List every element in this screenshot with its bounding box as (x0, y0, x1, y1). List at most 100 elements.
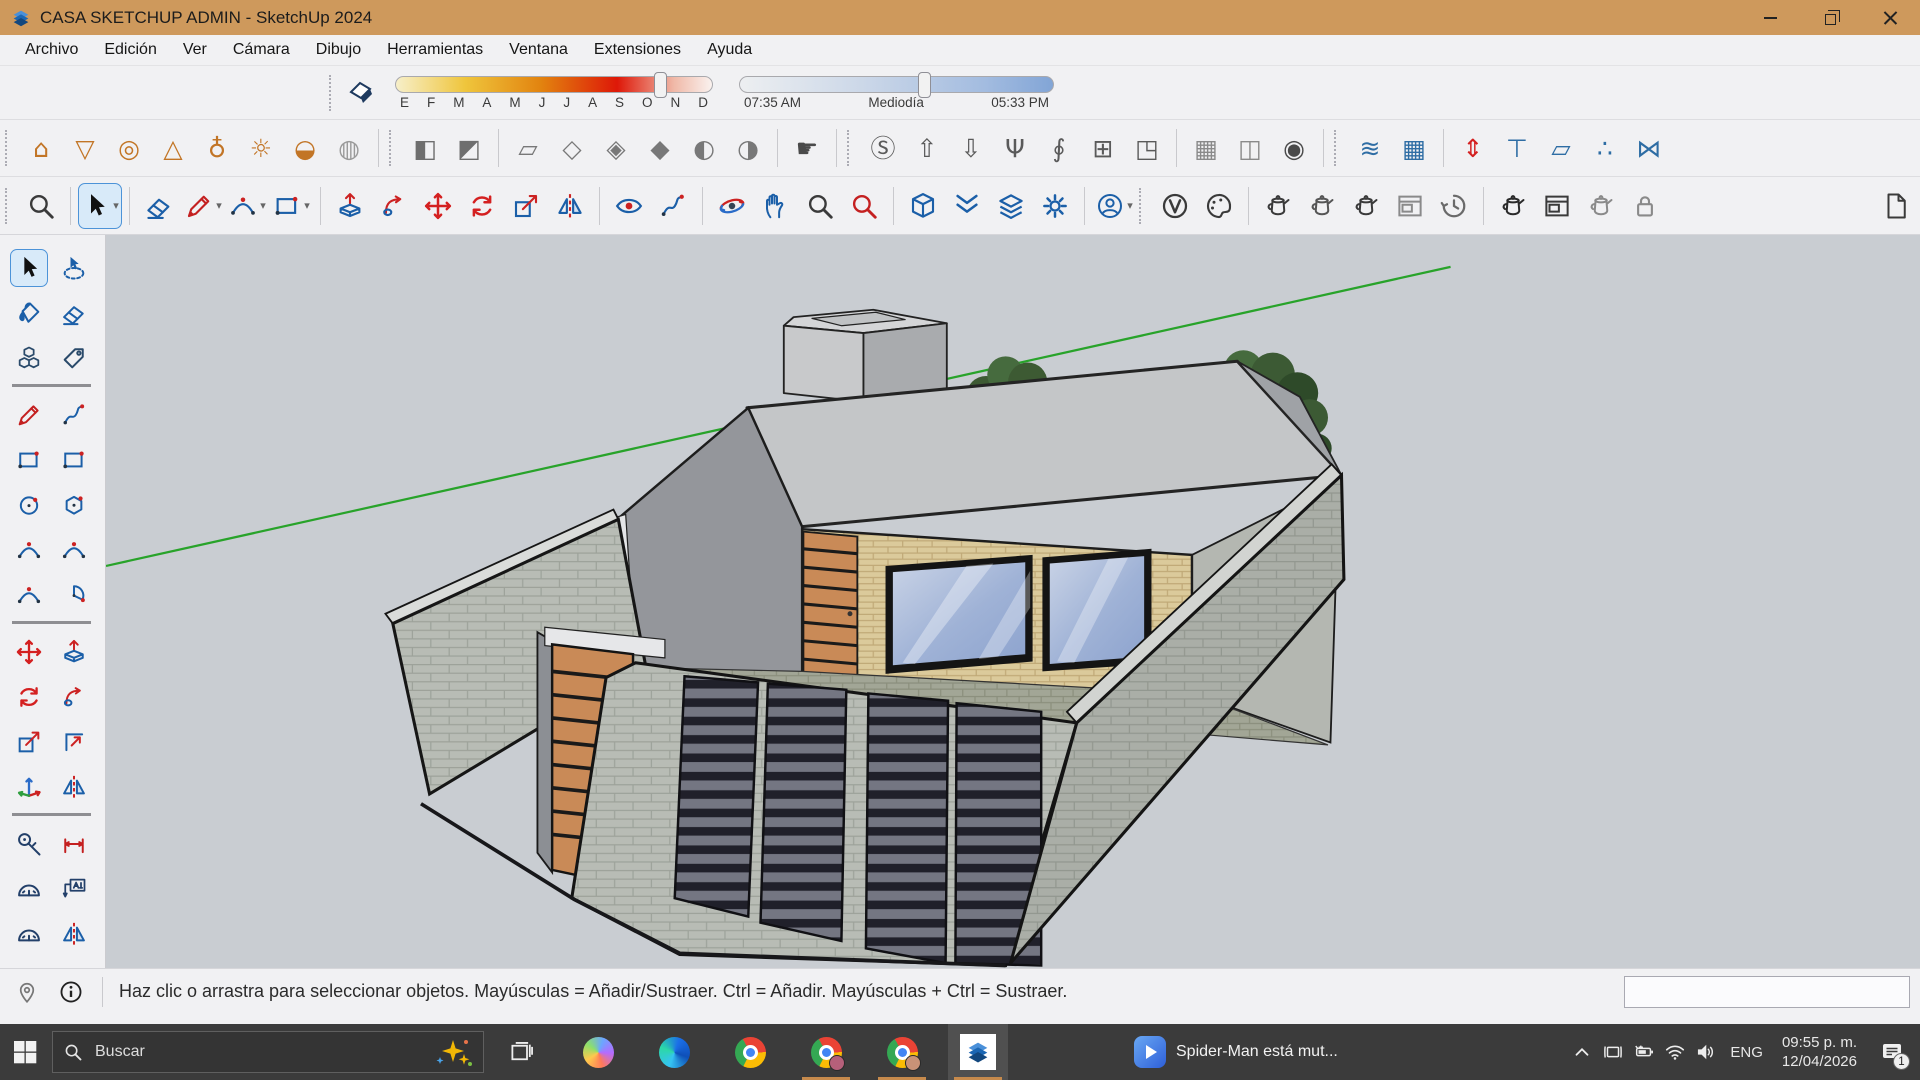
media-notification[interactable]: Spider-Man está mut... (1134, 1036, 1338, 1068)
follow-me-tool[interactable] (55, 678, 93, 716)
hidden-line-mode-icon[interactable]: ◈ (594, 125, 638, 171)
language-indicator[interactable]: ENG (1730, 1044, 1763, 1061)
pie-tool[interactable] (55, 576, 93, 614)
drape-icon[interactable]: ▱ (1539, 125, 1583, 171)
viewport[interactable] (106, 235, 1920, 968)
three-point-arc-tool[interactable] (10, 576, 48, 614)
menu-ver[interactable]: Ver (170, 38, 220, 62)
wireframe-mode-icon[interactable]: ◇ (550, 125, 594, 171)
text-tool[interactable] (55, 870, 93, 908)
xray-mode-icon[interactable]: ▱ (506, 125, 550, 171)
flip-edge-icon[interactable]: ⋈ (1627, 125, 1671, 171)
clip-tool-icon[interactable]: ∮ (1037, 125, 1081, 171)
vray-color-picker-icon[interactable] (1197, 183, 1241, 229)
offset-tool[interactable] (55, 723, 93, 761)
dome-light-icon[interactable]: ◒ (283, 125, 327, 171)
menu-edicion[interactable]: Edición (91, 38, 169, 62)
taskbar-clock[interactable]: 09:55 p. m. 12/04/2026 (1782, 1033, 1857, 1072)
toolbar-grip[interactable] (1139, 188, 1144, 224)
layout-grid-icon[interactable]: ▦ (1184, 125, 1228, 171)
rectangle-tool[interactable]: ▾ (269, 183, 313, 229)
textured-mode-icon[interactable]: ◐ (682, 125, 726, 171)
move-tool[interactable] (10, 633, 48, 671)
polygon-tool[interactable] (55, 486, 93, 524)
restore-button[interactable] (1800, 0, 1860, 35)
menu-extensiones[interactable]: Extensiones (581, 38, 694, 62)
component-eye-icon[interactable]: ◉ (1272, 125, 1316, 171)
menu-camara[interactable]: Cámara (220, 38, 303, 62)
toolbar-grip[interactable] (329, 75, 334, 111)
notification-center-button[interactable]: 1 (1872, 1024, 1912, 1080)
rotated-rectangle-tool[interactable] (55, 441, 93, 479)
shadow-month-slider[interactable] (395, 76, 713, 93)
vray-render-interactive-icon[interactable] (1300, 183, 1344, 229)
shaded-mode-icon[interactable]: ◆ (638, 125, 682, 171)
eraser-tool[interactable] (55, 294, 93, 332)
model-canvas[interactable] (106, 235, 1920, 968)
minimize-button[interactable] (1740, 0, 1800, 35)
taskbar-search[interactable] (52, 1031, 484, 1073)
select-tool-dropdown[interactable]: ▾ (113, 199, 119, 212)
swap-front-faces-icon[interactable]: ◧ (403, 125, 447, 171)
wifi-icon[interactable] (1664, 1041, 1686, 1063)
monochrome-mode-icon[interactable]: ◑ (726, 125, 770, 171)
lasso-select-tool[interactable] (55, 249, 93, 287)
angular-dimension-tool[interactable] (10, 915, 48, 953)
get-models-icon[interactable] (901, 183, 945, 229)
start-button[interactable] (0, 1024, 50, 1080)
rectangle-tool[interactable] (10, 441, 48, 479)
tag-tool[interactable] (55, 339, 93, 377)
vray-batch-render-icon[interactable] (1432, 183, 1476, 229)
vray-lock-camera-icon[interactable] (1623, 183, 1667, 229)
toolbar-grip[interactable] (5, 188, 10, 224)
month-slider-handle[interactable] (654, 72, 667, 98)
chrome-button[interactable] (720, 1024, 780, 1080)
vray-scene-icon[interactable] (1491, 183, 1535, 229)
scale-tool[interactable] (10, 723, 48, 761)
circle-tool[interactable] (10, 486, 48, 524)
ies-light-icon[interactable]: △ (151, 125, 195, 171)
light-house-icon[interactable]: ⌂ (19, 125, 63, 171)
screen-cast-icon[interactable] (1602, 1041, 1624, 1063)
protractor-tool[interactable] (10, 870, 48, 908)
select-object-icon[interactable]: ☛ (785, 125, 829, 171)
vray-render-cloud-icon[interactable] (1344, 183, 1388, 229)
menu-ayuda[interactable]: Ayuda (694, 38, 765, 62)
section-plane-tool[interactable] (55, 915, 93, 953)
eraser-tool[interactable] (137, 183, 181, 229)
scale-tool[interactable] (504, 183, 548, 229)
orbit-tool[interactable] (710, 183, 754, 229)
chrome-profile-2-button[interactable] (872, 1024, 932, 1080)
sphere-widget-icon[interactable]: ◍ (327, 125, 371, 171)
fur-tool-icon[interactable]: Ψ (993, 125, 1037, 171)
zoom-extents-tool[interactable] (842, 183, 886, 229)
toolbar-grip[interactable] (5, 130, 10, 166)
arc-tool[interactable]: ▾ (225, 183, 269, 229)
task-view-button[interactable] (492, 1024, 552, 1080)
time-slider-handle[interactable] (918, 72, 931, 98)
zoom-window-icon[interactable] (19, 183, 63, 229)
account-icon-dropdown[interactable]: ▾ (1127, 199, 1133, 212)
axes-tool[interactable] (10, 768, 48, 806)
shadow-tool-icon[interactable] (343, 77, 377, 109)
push-pull-tool[interactable] (328, 183, 372, 229)
menu-dibujo[interactable]: Dibujo (303, 38, 374, 62)
position-camera-tool[interactable] (607, 183, 651, 229)
section-fill-icon[interactable]: ⇩ (949, 125, 993, 171)
vray-frame-buffer-icon[interactable] (1388, 183, 1432, 229)
select-tool[interactable]: ▾ (78, 183, 122, 229)
follow-me-tool[interactable] (372, 183, 416, 229)
push-pull-tool[interactable] (55, 633, 93, 671)
zoom-tool[interactable] (798, 183, 842, 229)
move-tool[interactable] (416, 183, 460, 229)
freehand-tool[interactable] (55, 396, 93, 434)
share-model-icon[interactable] (945, 183, 989, 229)
info-icon[interactable] (58, 979, 84, 1005)
shadow-time-slider[interactable] (739, 76, 1054, 93)
omni-light-icon[interactable]: ◎ (107, 125, 151, 171)
vray-file-manager-icon[interactable] (1535, 183, 1579, 229)
edge-button[interactable] (644, 1024, 704, 1080)
layout-frames-icon[interactable]: ◫ (1228, 125, 1272, 171)
search-input[interactable] (93, 1042, 433, 1062)
line-tool[interactable]: ▾ (181, 183, 225, 229)
